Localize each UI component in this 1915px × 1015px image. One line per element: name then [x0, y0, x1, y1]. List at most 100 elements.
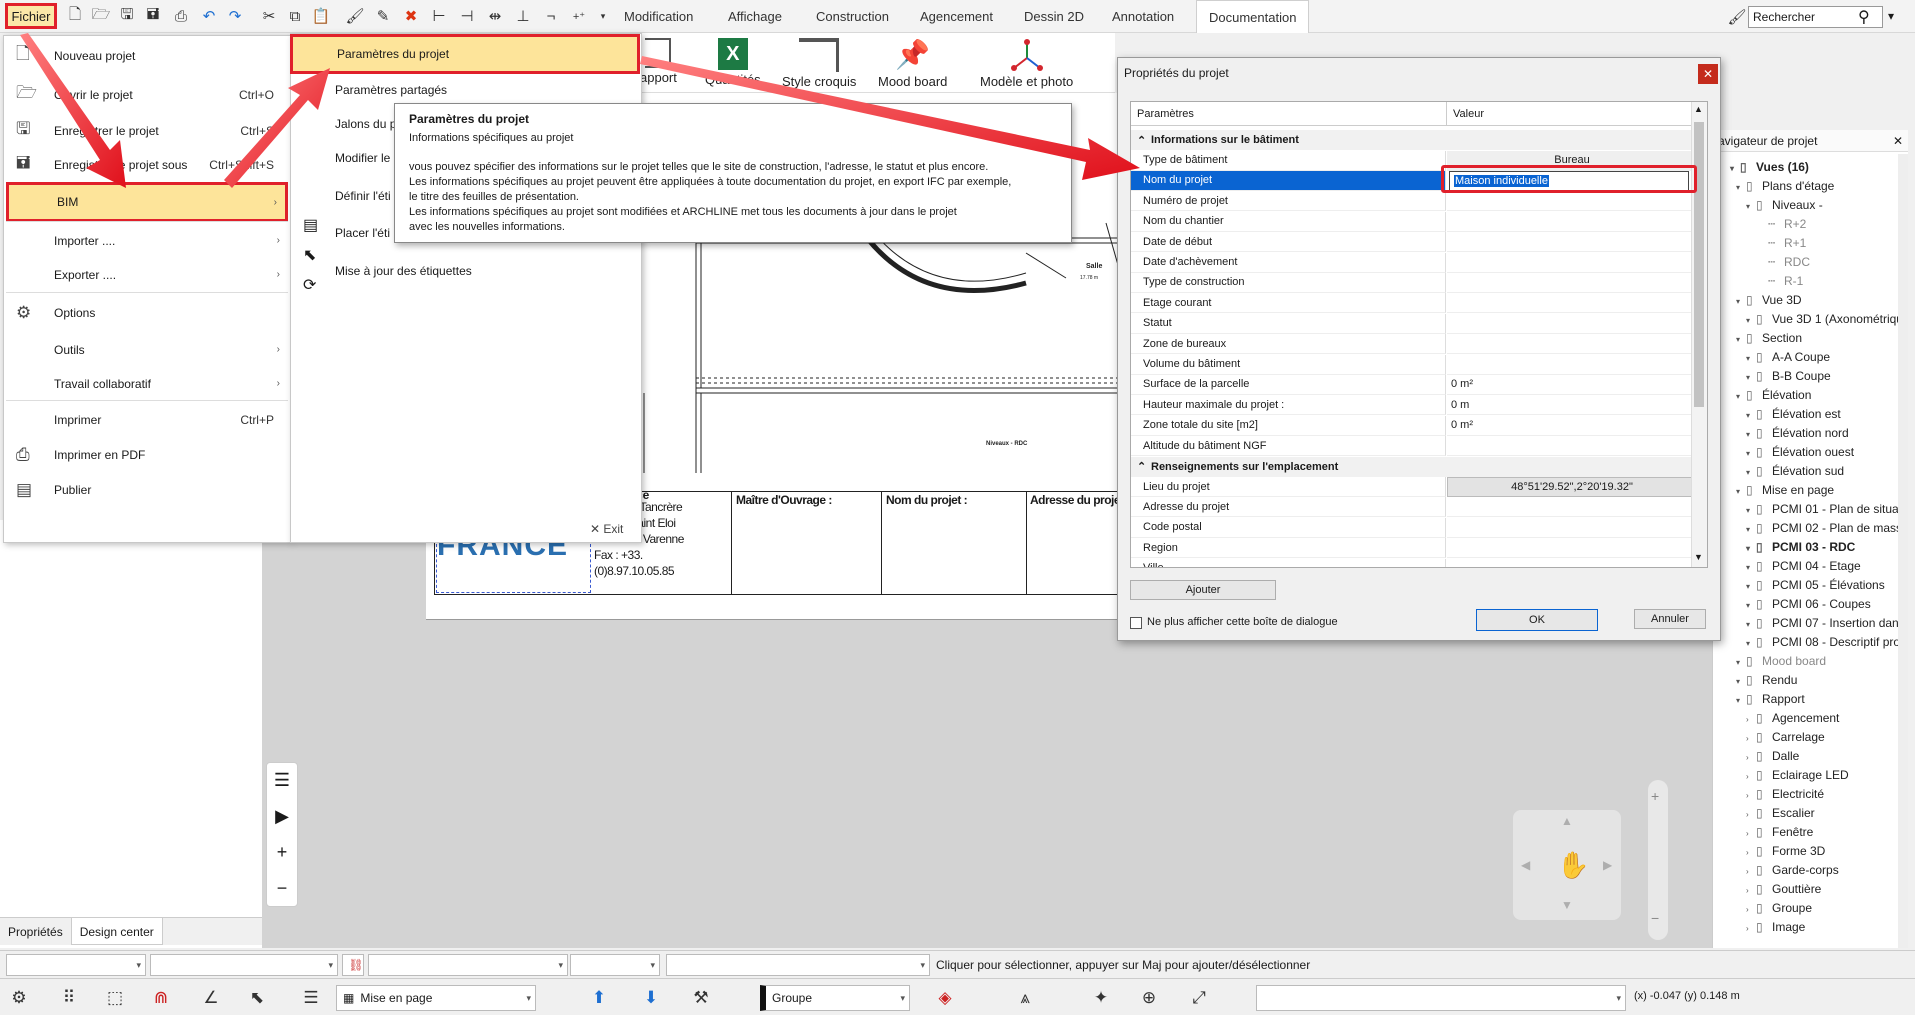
expand-icon[interactable]: ›	[1746, 886, 1756, 895]
navigator-item[interactable]: ▾▯ Vue 3D 1 (Axonométrique)	[1746, 312, 1898, 326]
property-value[interactable]	[1447, 232, 1693, 253]
navigator-item[interactable]: ▾ ▯ Élévation nord	[1746, 426, 1849, 440]
property-value[interactable]	[1447, 314, 1693, 334]
navigator-item[interactable]: › ▯ Agencement	[1746, 711, 1839, 725]
expand-icon[interactable]: ▾	[1746, 601, 1756, 610]
brush-icon[interactable]: 🖌	[1726, 7, 1748, 27]
connect-icon[interactable]: ⤢	[1184, 984, 1214, 1012]
expand-icon[interactable]: ›	[1746, 810, 1756, 819]
fichier-menu-item-exporter[interactable]: Exporter .... ›	[6, 258, 288, 291]
ribbon-mood-board-button[interactable]: 📌 Mood board	[878, 38, 947, 89]
more-tools-icon[interactable]: +⁺	[568, 6, 590, 26]
expand-icon[interactable]: ▾	[1746, 202, 1756, 211]
navigator-item[interactable]: ▾ ▯ Niveaux -	[1746, 198, 1823, 212]
undo-icon[interactable]: ↶	[198, 6, 220, 26]
hand-pan-icon[interactable]: ✋	[1557, 850, 1589, 881]
fichier-menu-item-travail-collaboratif[interactable]: Travail collaboratif ›	[6, 367, 288, 400]
arrow-up-icon[interactable]: ⬆	[584, 984, 614, 1012]
fichier-menu-item-importer[interactable]: Importer .... ›	[6, 224, 288, 257]
annuler-button[interactable]: Annuler	[1634, 609, 1706, 629]
hammer-icon[interactable]: ⚒	[686, 984, 716, 1012]
minus-icon[interactable]: −	[277, 878, 288, 899]
select-cursor-icon[interactable]: ⬉	[242, 984, 272, 1012]
dimension-icon[interactable]: ⊢	[428, 6, 450, 26]
property-value[interactable]	[1447, 212, 1693, 232]
plus-icon[interactable]: +	[277, 842, 288, 863]
property-row[interactable]: Statut	[1131, 313, 1693, 334]
expand-icon[interactable]: ▾	[1746, 373, 1756, 382]
navigator-item[interactable]: › ▯ Image	[1746, 920, 1805, 934]
expand-icon[interactable]: ›	[1746, 715, 1756, 724]
combo-empty-5[interactable]: ▾	[666, 954, 930, 976]
property-value[interactable]	[1447, 191, 1693, 212]
fichier-menu-item-outils[interactable]: Outils ›	[6, 333, 288, 366]
close-icon[interactable]: ✕	[1893, 134, 1903, 148]
expand-icon[interactable]: ▾	[1746, 620, 1756, 629]
navigator-item[interactable]: › ▯ Eclairage LED	[1746, 768, 1849, 782]
wand-icon[interactable]: ✦	[1086, 984, 1116, 1012]
navigator-item[interactable]: ▾ ▯ Mood board	[1736, 654, 1826, 668]
tab-dessin-2d[interactable]: Dessin 2D	[1012, 0, 1096, 33]
navigator-item[interactable]: ▾ ▯ Section	[1736, 331, 1802, 345]
property-row[interactable]: Type de construction	[1131, 272, 1693, 293]
expand-icon[interactable]: ▾	[1746, 411, 1756, 420]
ribbon-modele-photo-button[interactable]: Modèle et photo	[980, 38, 1073, 89]
property-value[interactable]	[1447, 334, 1693, 355]
submenu-item-parametres-projet[interactable]: Paramètres du projet	[290, 34, 640, 74]
fichier-menu-item-imprimer-en-pdf[interactable]: ⎙ Imprimer en PDF	[6, 438, 288, 471]
ajouter-button[interactable]: Ajouter	[1130, 580, 1276, 600]
dont-show-checkbox[interactable]	[1130, 617, 1142, 629]
navigator-item[interactable]: ┄ R-1	[1758, 274, 1803, 288]
expand-icon[interactable]: ›	[1746, 734, 1756, 743]
location-button[interactable]: 48°51'29.52",2°20'19.32"	[1447, 477, 1693, 497]
submenu-item-jalons[interactable]: Jalons du p	[335, 117, 396, 131]
navigator-item[interactable]: ▾ ▯ PCMI 06 - Coupes	[1746, 597, 1871, 611]
navigator-item[interactable]: ┄ R+1	[1758, 236, 1806, 250]
property-row[interactable]: Altitude du bâtiment NGF	[1131, 436, 1693, 457]
expand-icon[interactable]: ▾	[1736, 658, 1746, 667]
save-all-icon[interactable]: 🖬	[142, 6, 164, 26]
expand-icon[interactable]: ▾	[1746, 430, 1756, 439]
navigator-item[interactable]: ▾ ▯ Élévation ouest	[1746, 445, 1854, 459]
fichier-menu-item-options[interactable]: ⚙ Options	[6, 296, 288, 329]
category-emplacement[interactable]: ⌃ Renseignements sur l'emplacement	[1131, 456, 1693, 477]
expand-icon[interactable]: ▾	[1736, 487, 1746, 496]
navigator-item[interactable]: › ▯ Garde-corps	[1746, 863, 1839, 877]
submenu-item-modifier[interactable]: Modifier le	[335, 151, 390, 165]
globe-icon[interactable]: ⊕	[1134, 984, 1164, 1012]
navigation-pad[interactable]: ✋ ▲ ▼ ◀ ▶	[1513, 810, 1621, 920]
property-row[interactable]: Ville	[1131, 558, 1693, 567]
collapse-icon[interactable]: ⌃	[1137, 460, 1146, 473]
tab-modification[interactable]: Modification	[612, 0, 705, 33]
property-row[interactable]: Code postal	[1131, 517, 1693, 538]
navigator-item[interactable]: › ▯ Forme 3D	[1746, 844, 1825, 858]
expand-icon[interactable]: ›	[1746, 791, 1756, 800]
submenu-item-mise-a-jour-etiquettes[interactable]: Mise à jour des étiquettes	[335, 264, 472, 278]
expand-icon[interactable]: ▾	[1730, 164, 1740, 173]
ribbon-rapport-button[interactable]: apport	[640, 38, 677, 85]
navigator-item[interactable]: ┄ R+2	[1758, 217, 1806, 231]
property-row[interactable]: Hauteur maximale du projet : 0 m	[1131, 395, 1693, 416]
expand-icon[interactable]: ›	[1746, 905, 1756, 914]
fichier-menu-item-ouvrir-le-projet[interactable]: 🗁 Ouvrir le projet Ctrl+O	[6, 78, 288, 111]
navigator-item[interactable]: ▾▯ PCMI 07 - Insertion dans site	[1746, 616, 1898, 630]
expand-icon[interactable]: ▾	[1746, 525, 1756, 534]
submenu-item-parametres-partages[interactable]: Paramètres partagés	[335, 83, 447, 97]
expand-icon[interactable]: ▾	[1746, 582, 1756, 591]
property-value[interactable]	[1447, 497, 1693, 518]
expand-icon[interactable]: ▾	[1746, 506, 1756, 515]
property-value[interactable]	[1447, 518, 1693, 538]
ok-button[interactable]: OK	[1476, 609, 1598, 631]
navigator-item[interactable]: ▾ ▯ B-B Coupe	[1746, 369, 1831, 383]
expand-icon[interactable]: ▾	[1746, 468, 1756, 477]
navigator-item[interactable]: ▾ ▯ Plans d'étage	[1736, 179, 1834, 193]
combo-empty-3[interactable]: ▾	[368, 954, 568, 976]
property-value[interactable]	[1447, 559, 1693, 567]
expand-icon[interactable]: ›	[1746, 772, 1756, 781]
navigator-item[interactable]: › ▯ Gouttière	[1746, 882, 1821, 896]
property-row[interactable]: Adresse du projet	[1131, 497, 1693, 518]
fichier-menu-item-bim[interactable]: BIM ›	[6, 182, 288, 222]
arrow-down-icon[interactable]: ▼	[1561, 898, 1573, 912]
combo-empty-2[interactable]: ▾	[150, 954, 338, 976]
layout-combo[interactable]: ▦ Mise en page ▾	[336, 985, 536, 1011]
